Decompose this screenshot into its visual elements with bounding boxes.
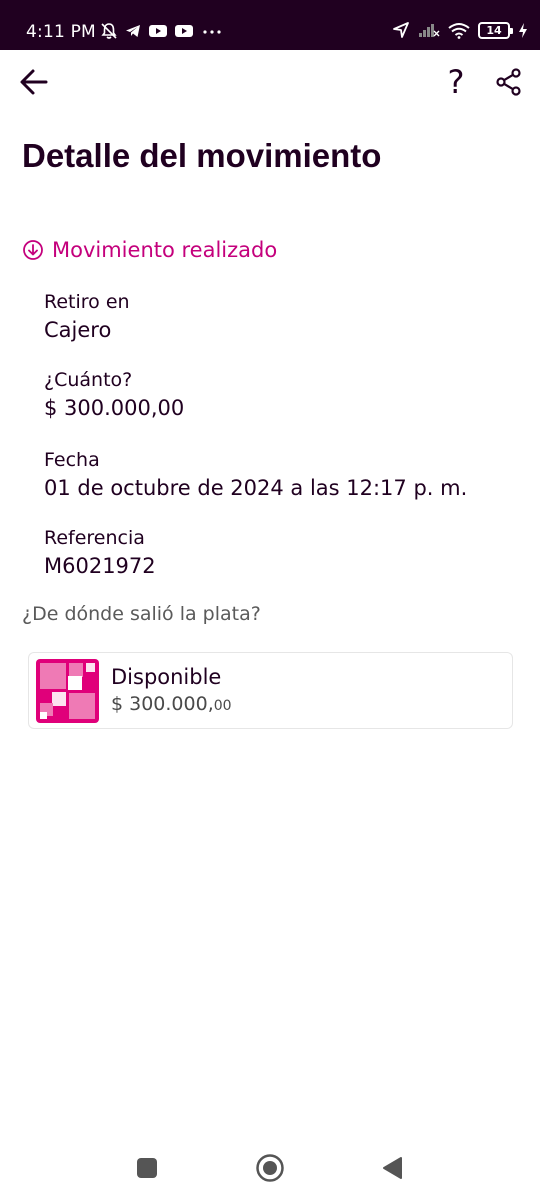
back-triangle-icon xyxy=(383,1157,402,1179)
detail-value: $ 300.000,00 xyxy=(44,396,185,420)
home-button[interactable] xyxy=(252,1150,288,1186)
detail-amount: ¿Cuánto? $ 300.000,00 xyxy=(44,367,184,423)
app-bar: ? xyxy=(0,50,540,114)
recents-button[interactable] xyxy=(129,1150,165,1186)
arrow-left-icon xyxy=(20,69,48,95)
signal-icon xyxy=(419,24,440,37)
account-name: Disponible xyxy=(111,665,222,689)
detail-retiro: Retiro en Cajero xyxy=(44,289,130,345)
detail-value: Cajero xyxy=(44,318,112,342)
recents-square-icon xyxy=(137,1158,157,1178)
youtube-icon xyxy=(175,25,193,37)
status-bar: 4:11 PM 14 xyxy=(0,0,540,50)
movement-status: Movimiento realizado xyxy=(22,238,277,262)
disponible-logo-icon xyxy=(36,659,99,723)
youtube-icon xyxy=(149,25,167,37)
notification-icons xyxy=(100,22,224,40)
detail-value: 01 de octubre de 2024 a las 12:17 p. m. xyxy=(44,476,468,500)
source-question: ¿De dónde salió la plata? xyxy=(22,603,261,625)
help-button[interactable]: ? xyxy=(436,62,476,102)
detail-value: M6021972 xyxy=(44,554,156,578)
detail-label: Fecha xyxy=(44,449,100,471)
arrow-down-circle-icon xyxy=(23,240,43,260)
detail-label: ¿Cuánto? xyxy=(44,369,133,391)
charging-icon xyxy=(519,22,527,38)
detail-label: Referencia xyxy=(44,527,145,549)
detail-label: Retiro en xyxy=(44,291,130,313)
movement-status-text: Movimiento realizado xyxy=(52,238,278,262)
share-icon xyxy=(496,68,521,96)
detail-date: Fecha 01 de octubre de 2024 a las 12:17 … xyxy=(44,447,467,503)
nav-back-button[interactable] xyxy=(374,1150,410,1186)
system-nav-bar xyxy=(0,1130,540,1200)
share-button[interactable] xyxy=(489,62,529,102)
account-amount-cents: 00 xyxy=(213,698,232,714)
status-time: 4:11 PM xyxy=(26,22,96,42)
telegram-icon xyxy=(126,25,140,37)
bell-muted-icon xyxy=(101,23,117,39)
help-icon: ? xyxy=(447,63,465,101)
wifi-icon xyxy=(448,22,470,39)
location-icon xyxy=(393,22,409,38)
source-account-card[interactable]: Disponible $ 300.000,00 xyxy=(28,652,513,729)
back-button[interactable] xyxy=(14,62,54,102)
more-icon xyxy=(203,30,221,34)
system-icons: 14 xyxy=(392,21,528,39)
battery-level: 14 xyxy=(486,23,502,37)
page-title: Detalle del movimiento xyxy=(22,137,382,174)
detail-reference: Referencia M6021972 xyxy=(44,525,156,581)
account-amount: $ 300.000,00 xyxy=(111,693,232,715)
account-amount-main: $ 300.000, xyxy=(111,693,214,715)
home-circle-icon xyxy=(256,1154,284,1182)
battery-icon: 14 xyxy=(478,21,513,39)
